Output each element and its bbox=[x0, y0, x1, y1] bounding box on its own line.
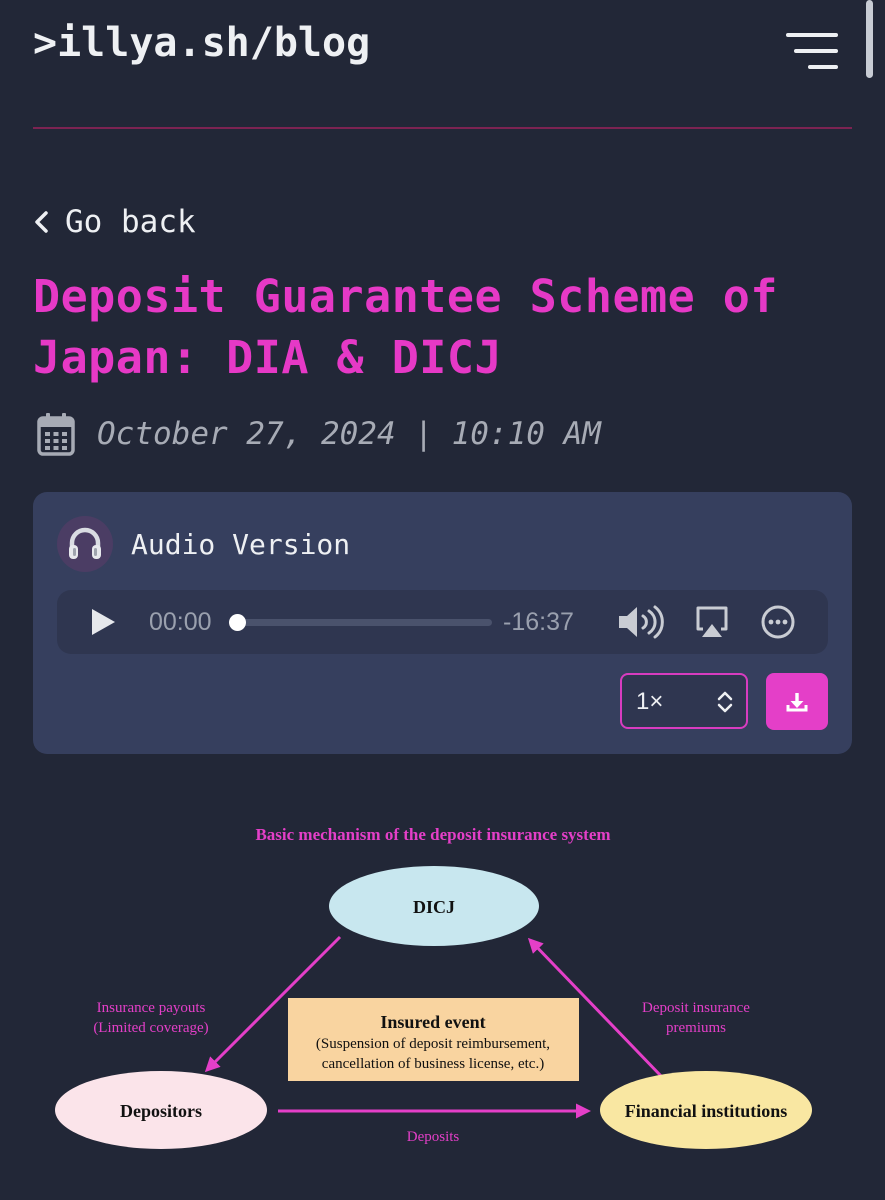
chevron-left-icon bbox=[35, 211, 48, 233]
airplay-icon[interactable] bbox=[694, 604, 730, 640]
playback-speed-value: 1× bbox=[636, 688, 664, 715]
scrollbar[interactable] bbox=[866, 0, 873, 78]
payouts-label-line2: (Limited coverage) bbox=[93, 1020, 208, 1036]
hamburger-menu-icon[interactable] bbox=[782, 33, 838, 73]
payouts-label-line1: Insurance payouts bbox=[97, 1000, 206, 1016]
post-date-text: October 27, 2024 | 10:10 AM bbox=[97, 416, 601, 452]
current-time: 00:00 bbox=[149, 608, 212, 636]
audio-header: Audio Version bbox=[57, 516, 350, 572]
deposits-label: Deposits bbox=[407, 1129, 460, 1145]
go-back-link[interactable]: Go back bbox=[33, 202, 196, 242]
header-divider bbox=[33, 127, 852, 129]
audio-player: 00:00 -16:37 bbox=[57, 590, 828, 654]
download-icon bbox=[786, 692, 808, 711]
dicj-label: DICJ bbox=[413, 897, 455, 917]
calendar-icon bbox=[37, 413, 75, 456]
depositors-label: Depositors bbox=[120, 1101, 202, 1121]
insured-event-line1: (Suspension of deposit reimbursement, bbox=[316, 1036, 550, 1052]
page: >illya.sh/blog Go back Deposit Guarantee… bbox=[0, 0, 885, 1200]
progress-track[interactable] bbox=[232, 619, 492, 626]
audio-card: Audio Version 00:00 -16:37 1× bbox=[33, 492, 852, 754]
go-back-label: Go back bbox=[65, 204, 196, 240]
download-button[interactable] bbox=[766, 673, 828, 730]
diagram-title: Basic mechanism of the deposit insurance… bbox=[255, 825, 610, 844]
deposit-insurance-diagram: Basic mechanism of the deposit insurance… bbox=[55, 825, 812, 1149]
volume-icon[interactable] bbox=[617, 604, 665, 640]
playback-speed-select[interactable]: 1× bbox=[620, 673, 748, 729]
institutions-label: Financial institutions bbox=[625, 1101, 788, 1121]
audio-label: Audio Version bbox=[131, 527, 351, 561]
remaining-time: -16:37 bbox=[503, 608, 574, 636]
headphones-icon bbox=[57, 516, 113, 572]
progress-knob[interactable] bbox=[229, 614, 246, 631]
site-title[interactable]: >illya.sh/blog bbox=[33, 20, 370, 66]
premiums-label-line2: premiums bbox=[666, 1020, 726, 1036]
more-icon[interactable] bbox=[760, 604, 796, 640]
insured-event-title: Insured event bbox=[380, 1012, 485, 1032]
premiums-label-line1: Deposit insurance bbox=[642, 1000, 750, 1016]
insured-event-line2: cancellation of business license, etc.) bbox=[322, 1056, 544, 1072]
post-date: October 27, 2024 | 10:10 AM bbox=[37, 410, 601, 458]
chevron-updown-icon bbox=[717, 691, 733, 713]
play-icon[interactable] bbox=[89, 608, 117, 636]
post-title: Deposit Guarantee Scheme of Japan: DIA &… bbox=[33, 270, 778, 384]
